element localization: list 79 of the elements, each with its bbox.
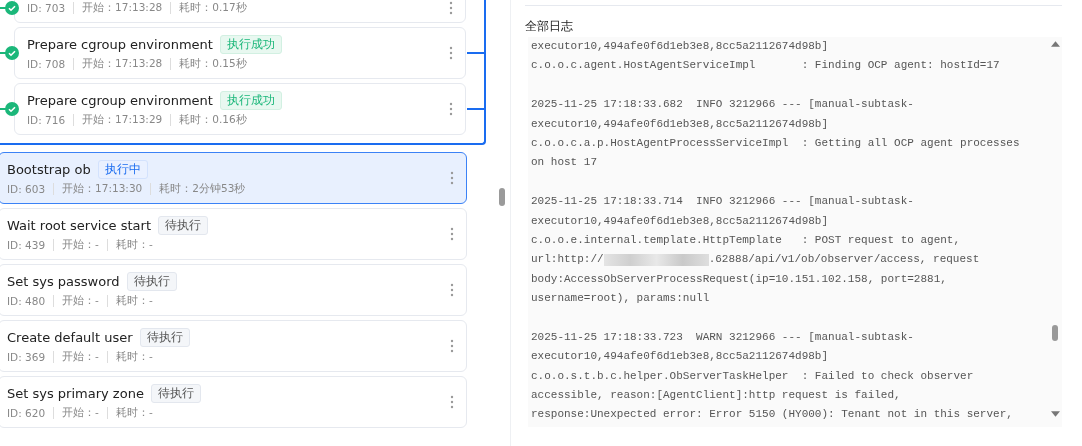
more-icon[interactable] bbox=[450, 339, 454, 353]
task-card[interactable]: Wait root service start 待执行 ID: 439 开始：- 耗时：- bbox=[0, 208, 467, 260]
more-icon[interactable] bbox=[450, 283, 454, 297]
status-tag: 待执行 bbox=[139, 328, 190, 347]
status-tag: 执行成功 bbox=[219, 35, 282, 54]
task-id: ID: 480 bbox=[7, 295, 46, 307]
task-id: ID: 603 bbox=[7, 183, 46, 195]
log-line: accessible, reason:[AgentClient]:http request is failed, bbox=[531, 388, 902, 404]
task-title: Wait root service start bbox=[7, 218, 151, 233]
duration: 耗时：2分钟53秒 bbox=[159, 182, 246, 196]
start-time: 开始：17:13:30 bbox=[62, 182, 143, 196]
check-icon bbox=[5, 1, 19, 15]
task-id: ID: 439 bbox=[7, 239, 46, 251]
duration: 耗时：0.15秒 bbox=[179, 57, 247, 71]
task-id: ID: 620 bbox=[7, 407, 46, 419]
log-line: 2025-11-25 17:18:33.714 INFO 3212966 --- [manual-subtask- bbox=[531, 194, 915, 210]
status-tag: 待执行 bbox=[158, 216, 208, 235]
log-line: c.o.o.c.agent.HostAgentServiceImpl : Finding OCP agent: hostId=17 bbox=[531, 58, 1001, 74]
scroll-up-icon[interactable] bbox=[1050, 41, 1060, 47]
task-card[interactable]: Prepare cgroup environment 执行成功 ID: 708 开始：17:13:28 耗时：0.15秒 bbox=[14, 27, 466, 79]
log-line: executor10,494afe0f6d1eb3e8,8cc5a2112674d98b] bbox=[531, 349, 830, 365]
log-line: executor10,494afe0f6d1eb3e8,8cc5a2112674d98b] bbox=[531, 116, 830, 132]
task-title: Bootstrap ob bbox=[7, 162, 91, 177]
more-icon[interactable] bbox=[450, 227, 454, 241]
task-card[interactable]: ID: 703 开始：17:13:28 耗时：0.17秒 bbox=[14, 0, 466, 23]
duration: 耗时：- bbox=[115, 294, 153, 308]
log-line: username=root), params:null bbox=[531, 291, 711, 307]
log-line: response:Unexpected error: Error 5150 (HY000): Tenant not in this server, bbox=[531, 407, 1014, 423]
task-title: Prepare cgroup environment bbox=[27, 37, 213, 52]
start-time: 开始：- bbox=[62, 294, 99, 308]
task-id: ID: 369 bbox=[7, 351, 46, 363]
task-id: ID: 708 bbox=[27, 58, 66, 70]
duration: 耗时：- bbox=[115, 350, 153, 364]
task-card[interactable]: Set sys primary zone 待执行 ID: 620 开始：- 耗时：- bbox=[0, 376, 467, 428]
start-time: 开始：- bbox=[62, 350, 99, 364]
log-line: c.o.o.e.internal.template.HttpTemplate : POST request to agent, bbox=[531, 232, 962, 248]
duration: 耗时：- bbox=[115, 406, 153, 420]
more-icon[interactable] bbox=[450, 171, 454, 185]
task-id: ID: 703 bbox=[27, 2, 66, 14]
scrollbar-thumb[interactable] bbox=[499, 188, 505, 206]
start-time: 开始：- bbox=[62, 238, 99, 252]
task-card[interactable]: Bootstrap ob 执行中 ID: 603 开始：17:13:30 耗时：2分钟53秒 bbox=[0, 152, 467, 204]
start-time: 开始：17:13:28 bbox=[82, 1, 163, 15]
duration: 耗时：0.17秒 bbox=[179, 1, 247, 15]
log-line: executor10,494afe0f6d1eb3e8,8cc5a2112674d98b] bbox=[531, 39, 830, 54]
start-time: 开始：17:13:29 bbox=[82, 113, 163, 127]
task-card[interactable]: Create default user 待执行 ID: 369 开始：- 耗时：- bbox=[0, 320, 467, 372]
status-tag: 待执行 bbox=[126, 272, 177, 291]
status-tag: 执行中 bbox=[97, 160, 148, 179]
task-title: Set sys primary zone bbox=[7, 386, 144, 401]
duration: 耗时：0.16秒 bbox=[179, 113, 247, 127]
status-tag: 执行成功 bbox=[219, 91, 282, 110]
start-time: 开始：17:13:28 bbox=[82, 57, 163, 71]
log-line: body:AccessObServerProcessRequest(ip=10.151.102.158, port=2881, bbox=[531, 271, 948, 287]
duration: 耗时：- bbox=[115, 238, 153, 252]
check-icon bbox=[5, 46, 19, 60]
task-id: ID: 716 bbox=[27, 114, 66, 126]
log-line: 2025-11-25 17:18:33.682 INFO 3212966 --- [manual-subtask- bbox=[531, 97, 915, 113]
task-title: Create default user bbox=[7, 330, 133, 345]
log-line: on host 17 bbox=[531, 155, 598, 171]
task-card[interactable]: Set sys password 待执行 ID: 480 开始：- 耗时：- bbox=[0, 264, 467, 316]
task-title: Prepare cgroup environment bbox=[27, 93, 213, 108]
scroll-down-icon[interactable] bbox=[1050, 411, 1060, 417]
log-line: c.o.o.c.a.p.HostAgentProcessServiceImpl : Getting all OCP agent processes bbox=[531, 135, 1021, 151]
log-line: 2025-11-25 17:18:33.723 WARN 3212966 --- [manual-subtask- bbox=[531, 329, 915, 345]
more-icon[interactable] bbox=[450, 395, 454, 409]
start-time: 开始：- bbox=[62, 406, 99, 420]
log-line: .62888/api/v1/ob/observer/access, request bbox=[708, 252, 980, 268]
log-line: c.o.o.s.t.b.c.helper.ObServerTaskHelper : Failed to check observer bbox=[531, 368, 975, 384]
more-icon[interactable] bbox=[449, 102, 453, 116]
check-icon bbox=[5, 102, 19, 116]
log-line: executor10,494afe0f6d1eb3e8,8cc5a2112674d98b] bbox=[531, 213, 830, 229]
more-icon[interactable] bbox=[449, 46, 453, 60]
task-title: Set sys password bbox=[7, 274, 120, 289]
log-line: url:http:// bbox=[531, 252, 604, 268]
task-card[interactable]: Prepare cgroup environment 执行成功 ID: 716 开始：17:13:29 耗时：0.16秒 bbox=[14, 83, 466, 135]
status-tag: 待执行 bbox=[150, 384, 201, 403]
scrollbar-thumb[interactable] bbox=[1052, 325, 1058, 341]
more-icon[interactable] bbox=[449, 1, 453, 15]
